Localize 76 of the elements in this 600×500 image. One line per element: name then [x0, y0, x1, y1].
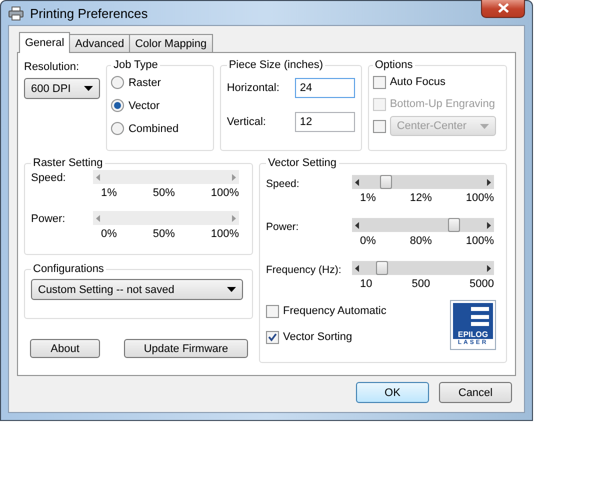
- resolution-dropdown[interactable]: 600 DPI: [24, 78, 100, 99]
- checkbox[interactable]: [372, 76, 386, 88]
- tick-label: 100%: [210, 228, 239, 240]
- input-field[interactable]: 24: [294, 78, 355, 98]
- radio-button[interactable]: [111, 99, 124, 112]
- tick-label: 12%: [410, 192, 432, 204]
- tick-label: 50%: [152, 228, 175, 240]
- dropdown-arrow-icon: [227, 287, 236, 292]
- slider-thumb[interactable]: [376, 261, 388, 275]
- dialog-button[interactable]: Cancel: [439, 382, 512, 403]
- window-title: Printing Preferences: [30, 6, 149, 20]
- checkbox-label: Bottom-Up Engraving: [390, 98, 495, 110]
- dropdown-arrow-icon: [480, 124, 489, 128]
- right-arrow-icon: [487, 178, 492, 186]
- group-title: Configurations: [32, 263, 105, 275]
- group-title: Job Type: [112, 59, 159, 71]
- left-arrow-icon: [355, 264, 360, 272]
- slider-label: Speed:: [266, 177, 300, 190]
- group-title: Piece Size (inches): [228, 59, 324, 71]
- slider-label: Frequency (Hz):: [266, 263, 342, 276]
- left-arrow-icon: [96, 214, 100, 222]
- slider-track[interactable]: [352, 175, 494, 189]
- tab[interactable]: General: [19, 32, 70, 53]
- slider-track[interactable]: [352, 218, 494, 232]
- slider-thumb[interactable]: [448, 218, 460, 232]
- tick-label: 100%: [466, 192, 494, 204]
- tick-label: 0%: [360, 235, 376, 247]
- dialog-button[interactable]: About: [30, 339, 100, 358]
- tick-label: 500: [412, 278, 430, 290]
- tick-label: 1%: [101, 187, 117, 199]
- group-title: Options: [374, 59, 414, 71]
- group-title: Raster Setting: [32, 157, 104, 169]
- field-label: Vertical:: [226, 116, 267, 128]
- right-arrow-icon: [232, 174, 236, 180]
- close-icon: [498, 3, 508, 13]
- left-arrow-icon: [96, 174, 100, 180]
- radio-label: Raster: [128, 76, 161, 88]
- checkbox-label: Frequency Automatic: [283, 305, 386, 317]
- left-arrow-icon: [355, 222, 360, 228]
- tick-label: 80%: [410, 235, 432, 247]
- tick-label: 0%: [101, 228, 117, 240]
- checkbox[interactable]: [266, 330, 280, 344]
- right-arrow-icon: [487, 264, 492, 272]
- slider-thumb[interactable]: [380, 175, 392, 189]
- tick-label: 5000: [470, 278, 494, 290]
- checkbox-label: Auto Focus: [390, 76, 446, 88]
- resolution-label: Resolution:: [24, 61, 80, 73]
- dropdown-arrow-icon: [84, 86, 93, 91]
- slider-track[interactable]: [352, 261, 494, 275]
- field-label: Horizontal:: [226, 82, 280, 94]
- right-arrow-icon: [487, 222, 492, 228]
- slider-label: Speed:: [31, 171, 67, 184]
- radio-label: Combined: [128, 122, 179, 134]
- configuration-dropdown[interactable]: Custom Setting -- not saved: [31, 279, 243, 300]
- radio-button[interactable]: [111, 76, 124, 89]
- slider-label: Power:: [266, 220, 300, 233]
- radio-button[interactable]: [111, 122, 124, 135]
- printer-icon: [8, 6, 24, 20]
- checkbox[interactable]: [266, 304, 280, 318]
- tab[interactable]: Color Mapping: [129, 34, 213, 52]
- tick-label: 100%: [210, 187, 239, 199]
- tick-label: 1%: [360, 192, 376, 204]
- tick-label: 100%: [466, 235, 494, 247]
- left-arrow-icon: [355, 178, 360, 186]
- dialog-button[interactable]: Update Firmware: [124, 339, 248, 358]
- checkbox-label: Vector Sorting: [283, 331, 352, 343]
- group-title: Vector Setting: [267, 157, 338, 169]
- input-field[interactable]: 12: [294, 112, 355, 132]
- tick-label: 10: [360, 278, 372, 290]
- tab[interactable]: Advanced: [69, 34, 130, 52]
- close-button[interactable]: [481, 0, 525, 18]
- tick-label: 50%: [152, 187, 175, 199]
- slider-label: Power:: [31, 212, 66, 225]
- radio-label: Vector: [128, 100, 160, 112]
- right-arrow-icon: [232, 214, 236, 222]
- dialog-button[interactable]: OK: [356, 382, 429, 403]
